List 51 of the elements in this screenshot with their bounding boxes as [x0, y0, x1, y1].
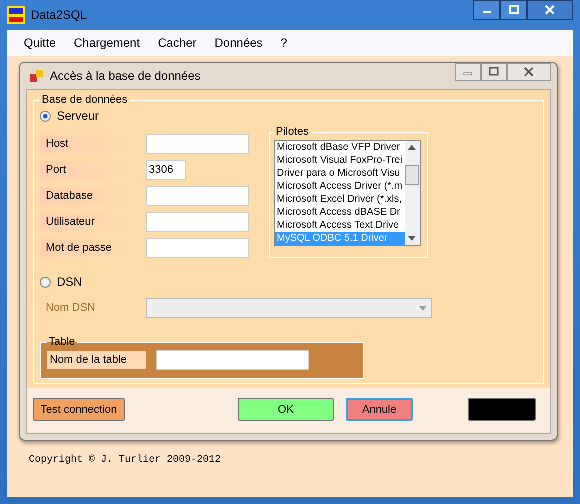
- input-field[interactable]: [156, 350, 309, 370]
- maximize-button[interactable]: [500, 0, 527, 20]
- scrollbar[interactable]: [404, 141, 420, 245]
- close-button[interactable]: [527, 0, 573, 20]
- field-label: Nom DSN: [45, 301, 97, 316]
- input-field[interactable]: [146, 134, 249, 154]
- up-arrow-icon[interactable]: [408, 145, 416, 150]
- menu-item[interactable]: Chargement: [65, 36, 150, 50]
- input-field[interactable]: 3306: [146, 160, 186, 180]
- dialog-button[interactable]: OK: [238, 398, 334, 421]
- list-item[interactable]: Microsoft Excel Driver (*.xls,: [275, 193, 405, 206]
- dialog-button[interactable]: Test connection: [33, 398, 125, 421]
- maximize-icon: [508, 5, 518, 15]
- menu-item[interactable]: ?: [272, 36, 296, 50]
- close-icon: [545, 5, 555, 15]
- radio-button[interactable]: [40, 110, 51, 122]
- maximize-icon: [489, 67, 499, 77]
- list-item[interactable]: Microsoft dBase VFP Driver: [275, 141, 405, 154]
- list-item[interactable]: Microsoft Access Driver (*.m: [275, 180, 405, 193]
- input-field[interactable]: [146, 186, 249, 206]
- group-title: Pilotes: [275, 126, 310, 138]
- list-item[interactable]: Microsoft Visual FoxPro-Trei: [275, 154, 405, 167]
- group-title: Table: [48, 336, 76, 348]
- radio-label: DSN: [57, 275, 82, 289]
- list-item[interactable]: Driver para o Microsoft Visu: [275, 167, 405, 180]
- color-button[interactable]: [468, 398, 536, 421]
- menu-item[interactable]: Cacher: [149, 36, 206, 50]
- close-button[interactable]: [507, 63, 551, 81]
- minimize-button[interactable]: [473, 0, 500, 20]
- group-title: Base de données: [41, 94, 129, 106]
- dialog-title: Accès à la base de données: [50, 69, 201, 83]
- input-field[interactable]: [146, 212, 249, 232]
- dialog-button[interactable]: Annule: [346, 398, 413, 421]
- field-label: Nom de la table: [47, 351, 146, 369]
- close-icon: [524, 67, 534, 77]
- window-title: Data2SQL: [31, 8, 88, 22]
- scrollbar-thumb[interactable]: [405, 165, 420, 185]
- list-item[interactable]: Microsoft Access dBASE Dr: [275, 206, 405, 219]
- menu-item[interactable]: Données: [206, 36, 272, 50]
- maximize-button[interactable]: [481, 63, 507, 81]
- menu-item[interactable]: Quitte: [15, 36, 66, 50]
- form-icon: [30, 69, 44, 83]
- down-arrow-icon[interactable]: [408, 236, 416, 241]
- input-field[interactable]: [146, 238, 249, 258]
- radio-button[interactable]: [40, 276, 51, 288]
- list-item[interactable]: Microsoft Access Text Drive: [275, 219, 405, 232]
- dropdown-field[interactable]: [146, 298, 432, 318]
- copyright-text: Copyright © J. Turlier 2009-2012: [29, 455, 222, 466]
- radio-label: Serveur: [57, 109, 100, 123]
- caret-icon: [419, 306, 427, 310]
- app-logo-icon: [7, 6, 25, 24]
